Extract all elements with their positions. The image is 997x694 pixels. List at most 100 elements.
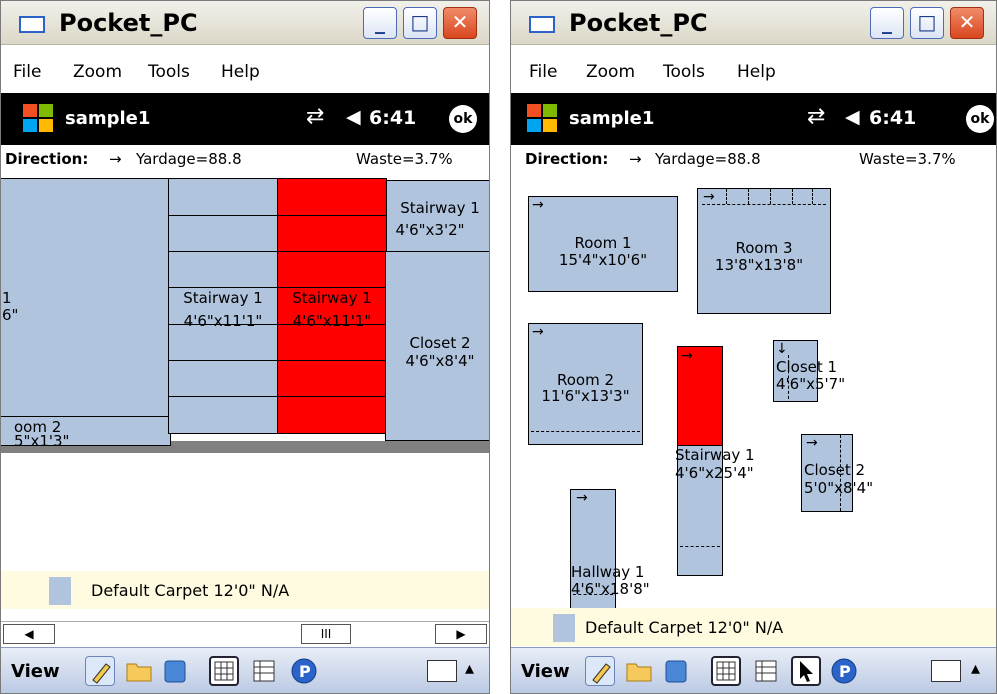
keyboard-icon[interactable] [931, 660, 961, 682]
windows-flag-icon[interactable] [525, 101, 559, 135]
close-button[interactable]: ✕ [950, 7, 984, 39]
folder-icon[interactable] [124, 656, 154, 686]
clock[interactable]: 6:41 [869, 107, 916, 129]
legend-text: Default Carpet 12'0" N/A [91, 581, 290, 600]
direction-arrow: → [109, 150, 122, 168]
scroll-left-button[interactable]: ◀ [3, 624, 55, 644]
minimize-button[interactable]: _ [363, 7, 397, 39]
legend-bar: Default Carpet 12'0" N/A [511, 608, 996, 646]
direction-arrow: → [629, 150, 642, 168]
volume-icon[interactable]: ◀ [845, 106, 860, 128]
window-title: Pocket_PC [59, 9, 198, 37]
pen-icon[interactable] [85, 656, 115, 686]
command-bar: sample1 ⇄ ◀ 6:41 ok [1, 93, 489, 145]
svg-text:P: P [299, 662, 311, 681]
view-menu[interactable]: View [11, 661, 60, 682]
piece-size: 5'0"x8'4" [804, 479, 874, 497]
menu-file[interactable]: File [13, 62, 41, 82]
ok-button[interactable]: ok [449, 105, 477, 133]
piece-name: Stairway 1 [292, 289, 372, 307]
grid-view-icon[interactable] [711, 656, 741, 686]
pen-icon[interactable] [585, 656, 615, 686]
minimize-button[interactable]: _ [870, 7, 904, 39]
close-button[interactable]: ✕ [443, 7, 477, 39]
chevron-up-icon[interactable]: ▴ [971, 658, 980, 679]
piece-name: Closet 2 [409, 334, 471, 352]
menu-tools[interactable]: Tools [148, 62, 190, 82]
connectivity-icon[interactable]: ⇄ [807, 104, 825, 129]
p-icon[interactable]: P [829, 656, 859, 686]
list-view-icon[interactable] [751, 656, 781, 686]
menu-file[interactable]: File [529, 62, 557, 82]
yardage-value: Yardage=88.8 [136, 150, 242, 168]
piece-size: 4'6"x8'4" [405, 352, 475, 370]
layout-canvas[interactable]: → Room 1 15'4"x10'6" → Room 3 13'8"x13'8… [511, 175, 996, 611]
window-icon [19, 16, 45, 33]
piece-size: 4'6"x18'8" [571, 580, 650, 598]
closet2-piece[interactable]: Closet 2 4'6"x8'4" [385, 251, 489, 441]
window-icon [529, 16, 555, 33]
direction-label: Direction: [5, 150, 89, 168]
menu-zoom[interactable]: Zoom [73, 62, 122, 82]
piece-size: 5"x1'3" [14, 432, 70, 450]
hallway1-piece[interactable]: → Hallway 1 4'6"x18'8" [570, 489, 650, 611]
bottom-toolbar: View P ▴ [511, 647, 996, 693]
room3-piece[interactable]: → Room 3 13'8"x13'8" [697, 188, 831, 314]
room2-piece[interactable]: oom 2 5"x1'3" [1, 416, 171, 450]
title-bar[interactable]: Pocket_PC _ □ ✕ [511, 1, 996, 45]
svg-text:P: P [839, 662, 851, 681]
horizontal-scrollbar[interactable]: ◀ III ▶ [1, 621, 489, 645]
stairway-a-piece[interactable]: Stairway 1 4'6"x11'1" [168, 178, 278, 434]
connectivity-icon[interactable]: ⇄ [306, 104, 324, 129]
piece-name: Closet 2 [804, 461, 866, 479]
ok-button[interactable]: ok [966, 105, 994, 133]
menu-zoom[interactable]: Zoom [586, 62, 635, 82]
waste-value: Waste=3.7% [859, 150, 956, 168]
piece-size: 4'6"x11'1" [292, 312, 372, 330]
windows-flag-icon[interactable] [21, 101, 55, 135]
room1-piece[interactable]: → Room 1 15'4"x10'6" [528, 196, 678, 292]
closet1-piece[interactable]: ↓ Closet 1 4'6"x5'7" [773, 340, 846, 402]
closet2-piece[interactable]: → Closet 2 5'0"x8'4" [801, 434, 874, 512]
bottom-toolbar: View P ▴ [1, 647, 489, 693]
keyboard-icon[interactable] [427, 660, 457, 682]
waste-value: Waste=3.7% [356, 150, 453, 168]
piece-size: 4'6"x3'2" [395, 221, 465, 239]
menu-bar: File Zoom Tools Help [1, 56, 489, 92]
room2-piece[interactable]: → Room 2 11'6"x13'3" [528, 323, 643, 445]
book-icon[interactable] [160, 656, 190, 686]
maximize-button[interactable]: □ [910, 7, 944, 39]
info-bar: Direction: → Yardage=88.8 Waste=3.7% [1, 145, 489, 175]
menu-tools[interactable]: Tools [663, 62, 705, 82]
scroll-right-button[interactable]: ▶ [435, 624, 487, 644]
stairway-top-piece[interactable]: Stairway 1 4'6"x3'2" [386, 180, 489, 252]
scroll-thumb[interactable]: III [301, 624, 351, 644]
piece-size: 6" [2, 306, 19, 324]
menu-help[interactable]: Help [737, 62, 776, 82]
p-icon[interactable]: P [289, 656, 319, 686]
stairway1-piece[interactable]: → Stairway 1 4'6"x25'4" [675, 346, 755, 576]
legend-text: Default Carpet 12'0" N/A [585, 618, 784, 637]
book-icon[interactable] [661, 656, 691, 686]
pointer-icon[interactable] [791, 656, 821, 686]
layout-canvas[interactable]: 1 6" oom 2 5"x1'3" Stairway 1 4'6"x11'1"… [1, 175, 489, 570]
piece-size: 15'4"x10'6" [558, 251, 648, 269]
view-menu[interactable]: View [521, 661, 570, 682]
room1-piece[interactable]: 1 6" [1, 178, 169, 443]
pocketpc-window-overview: Pocket_PC _ □ ✕ File Zoom Tools Help sam… [510, 0, 997, 694]
volume-icon[interactable]: ◀ [346, 106, 361, 128]
legend-bar: Default Carpet 12'0" N/A [1, 571, 489, 609]
yardage-value: Yardage=88.8 [655, 150, 761, 168]
direction-label: Direction: [525, 150, 609, 168]
folder-icon[interactable] [624, 656, 654, 686]
grid-view-icon[interactable] [209, 656, 239, 686]
title-bar[interactable]: Pocket_PC _ □ ✕ [1, 1, 489, 45]
clock[interactable]: 6:41 [369, 107, 416, 129]
maximize-button[interactable]: □ [403, 7, 437, 39]
piece-size: 11'6"x13'3" [541, 387, 630, 405]
menu-help[interactable]: Help [221, 62, 260, 82]
piece-size: 4'6"x5'7" [776, 375, 846, 393]
chevron-up-icon[interactable]: ▴ [465, 658, 474, 679]
stairway-b-piece-selected[interactable]: Stairway 1 4'6"x11'1" [277, 178, 387, 434]
list-view-icon[interactable] [249, 656, 279, 686]
